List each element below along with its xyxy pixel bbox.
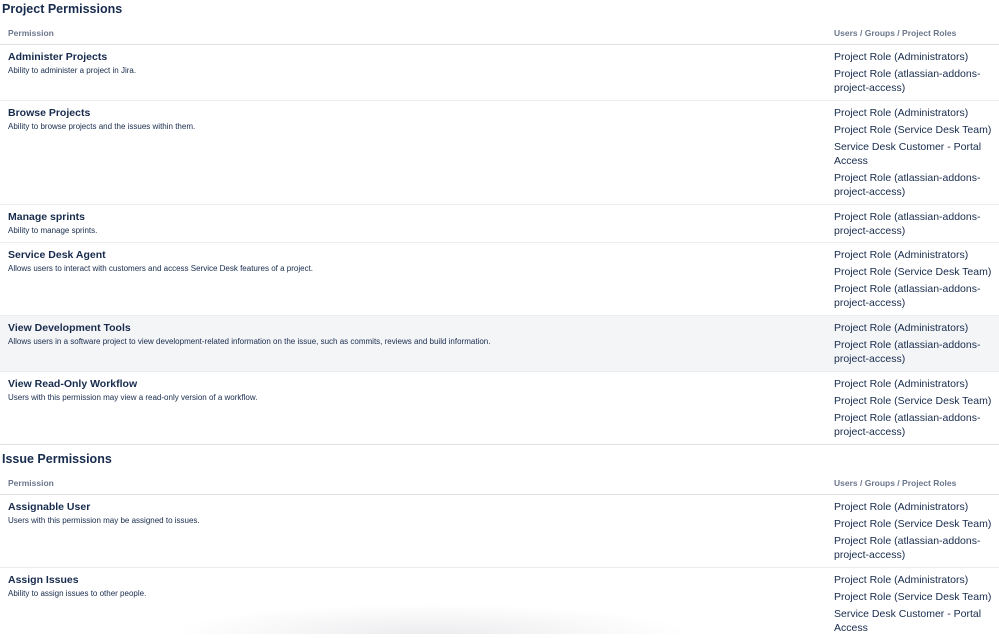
role-list: Project Role (Administrators) Project Ro… [834, 321, 994, 369]
permission-description: Allows users to interact with customers … [8, 264, 314, 273]
role-item: Project Role (Service Desk Team) [834, 124, 992, 136]
permission-name: Manage sprints [8, 211, 86, 223]
role-list: Project Role (Administrators) Project Ro… [834, 573, 994, 638]
role-item: Project Role (atlassian-addons-project-a… [834, 412, 981, 438]
project-permissions-title: Project Permissions [2, 2, 123, 16]
role-item: Project Role (Administrators) [834, 378, 969, 390]
role-item: Project Role (Service Desk Team) [834, 266, 992, 278]
role-list: Project Role (atlassian-addons-project-a… [834, 210, 994, 241]
roles-column-header: Users / Groups / Project Roles [834, 478, 957, 488]
project-permissions-table-header: Permission Users / Groups / Project Role… [0, 22, 999, 45]
permission-name: Assign Issues [8, 574, 79, 586]
role-item: Project Role (atlassian-addons-project-a… [834, 172, 981, 198]
permission-name: View Development Tools [8, 322, 131, 334]
role-item: Project Role (atlassian-addons-project-a… [834, 339, 981, 365]
role-item: Project Role (Administrators) [834, 107, 969, 119]
role-item: Project Role (Administrators) [834, 574, 969, 586]
permission-row-service-desk-agent: Service Desk Agent Allows users to inter… [0, 243, 999, 316]
role-item: Project Role (Administrators) [834, 51, 969, 63]
role-list: Project Role (Administrators) Project Ro… [834, 248, 994, 313]
issue-permissions-title: Issue Permissions [2, 452, 112, 466]
role-item: Project Role (atlassian-addons-project-a… [834, 68, 981, 94]
permission-description: Ability to administer a project in Jira. [8, 66, 137, 75]
permission-description: Ability to assign issues to other people… [8, 589, 147, 598]
permission-description: Allows users in a software project to vi… [8, 337, 491, 346]
issue-permissions-table-header: Permission Users / Groups / Project Role… [0, 472, 999, 495]
role-list: Project Role (Administrators) Project Ro… [834, 377, 994, 442]
permission-name: Assignable User [8, 501, 91, 513]
permission-row-manage-sprints: Manage sprints Ability to manage sprints… [0, 205, 999, 243]
project-permissions-section: Project Permissions Permission Users / G… [0, 0, 999, 445]
permission-name: Administer Projects [8, 51, 108, 63]
permission-name: Browse Projects [8, 107, 91, 119]
role-list: Project Role (Administrators) Project Ro… [834, 50, 994, 98]
permission-row-view-read-only-workflow: View Read-Only Workflow Users with this … [0, 372, 999, 445]
role-item: Project Role (Administrators) [834, 249, 969, 261]
permission-row-assignable-user: Assignable User Users with this permissi… [0, 495, 999, 568]
permission-row-administer-projects: Administer Projects Ability to administe… [0, 45, 999, 101]
role-item: Service Desk Customer - Portal Access [834, 141, 982, 167]
permission-description: Ability to browse projects and the issue… [8, 122, 196, 131]
role-item: Project Role (Administrators) [834, 501, 969, 513]
role-list: Project Role (Administrators) Project Ro… [834, 500, 994, 565]
permission-description: Ability to manage sprints. [8, 226, 98, 235]
role-item: Project Role (Service Desk Team) [834, 518, 992, 530]
permission-description: Users with this permission may view a re… [8, 393, 258, 402]
permission-name: View Read-Only Workflow [8, 378, 138, 390]
bottom-shadow [170, 604, 690, 634]
permission-column-header: Permission [8, 478, 54, 488]
permission-row-browse-projects: Browse Projects Ability to browse projec… [0, 101, 999, 205]
role-item: Project Role (Service Desk Team) [834, 591, 992, 603]
permission-description: Users with this permission may be assign… [8, 516, 200, 525]
role-item: Project Role (Administrators) [834, 322, 969, 334]
permission-column-header: Permission [8, 28, 54, 38]
role-item: Project Role (Service Desk Team) [834, 395, 992, 407]
role-list: Project Role (Administrators) Project Ro… [834, 106, 994, 202]
permission-name: Service Desk Agent [8, 249, 106, 261]
role-item: Project Role (atlassian-addons-project-a… [834, 283, 981, 309]
roles-column-header: Users / Groups / Project Roles [834, 28, 957, 38]
role-item: Project Role (atlassian-addons-project-a… [834, 535, 981, 561]
permission-row-view-development-tools: View Development Tools Allows users in a… [0, 316, 999, 372]
role-item: Service Desk Customer - Portal Access [834, 608, 982, 634]
role-item: Project Role (atlassian-addons-project-a… [834, 211, 981, 237]
